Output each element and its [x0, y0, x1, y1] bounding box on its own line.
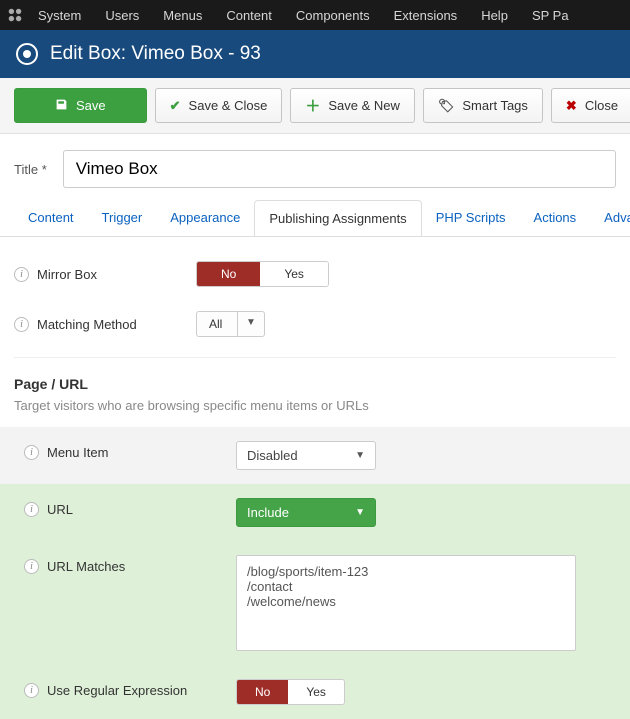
page-title: Edit Box: Vimeo Box - 93: [50, 43, 261, 65]
page-header: Edit Box: Vimeo Box - 93: [0, 30, 630, 78]
sysbar-menus[interactable]: Menus: [153, 2, 212, 29]
sysbar-components[interactable]: Components: [286, 2, 380, 29]
tab-appearance[interactable]: Appearance: [156, 200, 254, 236]
smart-tags-label: Smart Tags: [462, 98, 528, 113]
plus-icon: ＋: [305, 95, 320, 116]
matching-value: All: [197, 312, 237, 336]
save-new-button[interactable]: ＋ Save & New: [290, 88, 415, 123]
smart-tags-button[interactable]: 🏷 Smart Tags: [423, 88, 543, 123]
regex-yes[interactable]: Yes: [288, 680, 344, 704]
assignment-block: i Menu Item Disabled ▼ i URL Include ▼ i…: [0, 427, 630, 719]
sysbar-system[interactable]: System: [28, 2, 91, 29]
menu-item-label: Menu Item: [47, 445, 108, 460]
menu-item-value: Disabled: [237, 442, 345, 469]
row-mirror: i Mirror Box No Yes: [14, 255, 616, 305]
save-label: Save: [76, 98, 106, 113]
info-icon[interactable]: i: [24, 559, 39, 574]
tab-publishing[interactable]: Publishing Assignments: [254, 200, 421, 237]
tag-icon: 🏷: [438, 98, 455, 114]
close-icon: ✖: [566, 98, 577, 114]
chevron-down-icon: ▼: [237, 312, 264, 336]
regex-toggle[interactable]: No Yes: [236, 679, 345, 705]
info-icon[interactable]: i: [14, 317, 29, 332]
title-input[interactable]: [63, 150, 616, 188]
info-icon[interactable]: i: [24, 502, 39, 517]
mirror-yes[interactable]: Yes: [260, 262, 328, 286]
action-toolbar: Save ✔ Save & Close ＋ Save & New 🏷 Smart…: [0, 78, 630, 134]
matching-select[interactable]: All ▼: [196, 311, 265, 337]
tab-advanced[interactable]: Adva: [590, 200, 630, 236]
tab-php[interactable]: PHP Scripts: [422, 200, 520, 236]
sysbar-help[interactable]: Help: [471, 2, 518, 29]
url-matches-label: URL Matches: [47, 559, 125, 574]
row-menu-item: i Menu Item Disabled ▼: [0, 427, 630, 484]
section-title: Page / URL: [14, 376, 616, 392]
row-url-matches: i URL Matches: [0, 541, 630, 665]
chevron-down-icon: ▼: [345, 444, 375, 467]
mirror-toggle[interactable]: No Yes: [196, 261, 329, 287]
save-close-label: Save & Close: [189, 98, 268, 113]
regex-label: Use Regular Expression: [47, 683, 187, 698]
joomla-icon: [6, 6, 24, 24]
save-icon: [55, 98, 68, 114]
info-icon[interactable]: i: [24, 683, 39, 698]
title-label: Title *: [14, 162, 47, 177]
info-icon[interactable]: i: [14, 267, 29, 282]
tab-content[interactable]: Content: [14, 200, 88, 236]
url-mode-value: Include: [237, 499, 345, 526]
tab-panel: i Mirror Box No Yes i Matching Method Al…: [0, 237, 630, 719]
url-mode-select[interactable]: Include ▼: [236, 498, 376, 527]
mirror-label: Mirror Box: [37, 267, 97, 282]
matching-label: Matching Method: [37, 317, 137, 332]
url-label: URL: [47, 502, 73, 517]
tab-trigger[interactable]: Trigger: [88, 200, 157, 236]
close-label: Close: [585, 98, 618, 113]
section-desc: Target visitors who are browsing specifi…: [14, 398, 616, 413]
row-regex: i Use Regular Expression No Yes: [0, 665, 630, 719]
row-url: i URL Include ▼: [0, 484, 630, 541]
tabs: Content Trigger Appearance Publishing As…: [0, 200, 630, 237]
chevron-down-icon: ▼: [345, 501, 375, 524]
tab-actions[interactable]: Actions: [520, 200, 591, 236]
sysbar-users[interactable]: Users: [95, 2, 149, 29]
menu-item-select[interactable]: Disabled ▼: [236, 441, 376, 470]
sysbar-extensions[interactable]: Extensions: [384, 2, 468, 29]
mirror-no[interactable]: No: [197, 262, 260, 286]
title-field-row: Title *: [0, 134, 630, 200]
row-matching: i Matching Method All ▼: [14, 305, 616, 355]
separator: [14, 357, 616, 358]
save-new-label: Save & New: [328, 98, 400, 113]
target-icon: [16, 43, 38, 65]
check-icon: ✔: [170, 98, 181, 114]
url-matches-input[interactable]: [236, 555, 576, 651]
regex-no[interactable]: No: [237, 680, 288, 704]
info-icon[interactable]: i: [24, 445, 39, 460]
sysbar-content[interactable]: Content: [216, 2, 282, 29]
save-button[interactable]: Save: [14, 88, 147, 123]
save-close-button[interactable]: ✔ Save & Close: [155, 88, 283, 123]
sysbar-sp[interactable]: SP Pa: [522, 2, 579, 29]
admin-top-bar: System Users Menus Content Components Ex…: [0, 0, 630, 30]
close-button[interactable]: ✖ Close: [551, 88, 630, 123]
